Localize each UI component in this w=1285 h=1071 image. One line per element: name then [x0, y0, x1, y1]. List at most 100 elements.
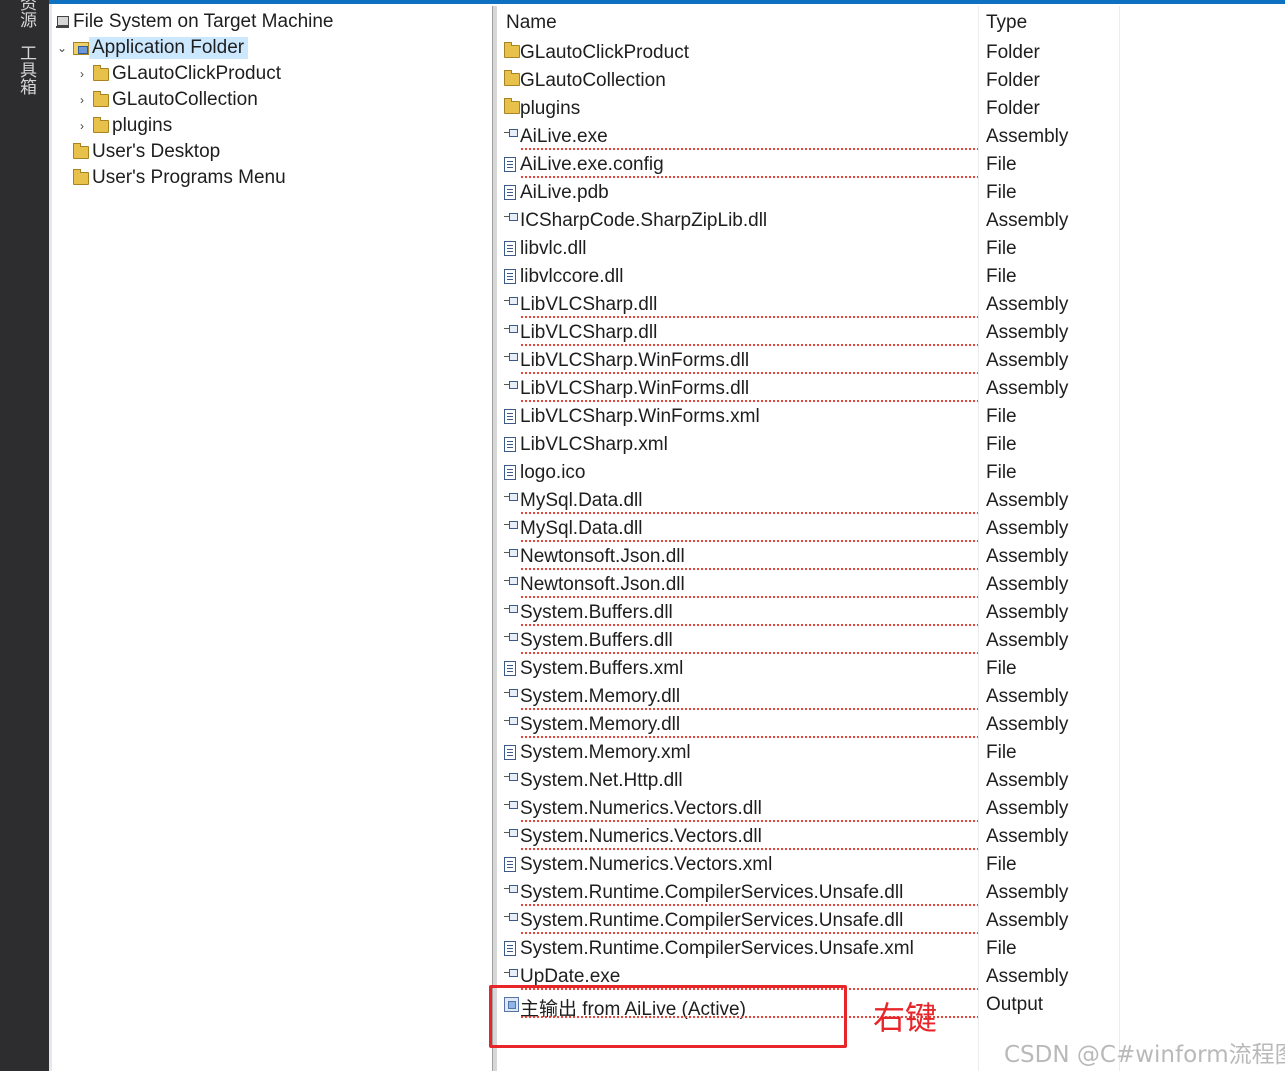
assembly-icon — [504, 325, 518, 339]
file-type: File — [986, 154, 1017, 175]
file-list-row[interactable]: System.Buffers.xml File — [498, 655, 1285, 683]
file-list-row[interactable]: System.Memory.dll Assembly — [498, 683, 1285, 711]
file-icon — [504, 241, 518, 256]
file-name: LibVLCSharp.WinForms.dll — [520, 350, 750, 371]
file-list-row[interactable]: System.Numerics.Vectors.xml File — [498, 851, 1285, 879]
file-list-row[interactable]: System.Buffers.dll Assembly — [498, 627, 1285, 655]
file-name: System.Runtime.CompilerServices.Unsafe.d… — [520, 882, 904, 903]
file-name: AiLive.pdb — [520, 182, 609, 203]
file-list-row[interactable]: logo.ico File — [498, 459, 1285, 487]
folder-icon — [504, 70, 520, 87]
file-list-row[interactable]: System.Numerics.Vectors.dll Assembly — [498, 795, 1285, 823]
file-type: Assembly — [986, 630, 1069, 651]
folder-icon — [93, 90, 109, 107]
file-list-row[interactable]: System.Runtime.CompilerServices.Unsafe.x… — [498, 935, 1285, 963]
file-type: File — [986, 406, 1017, 427]
file-list-row[interactable]: System.Numerics.Vectors.dll Assembly — [498, 823, 1285, 851]
column-header-name[interactable]: Name — [506, 12, 557, 34]
file-name: System.Net.Http.dll — [520, 770, 683, 791]
file-list-row[interactable]: LibVLCSharp.dll Assembly — [498, 291, 1285, 319]
tree-root-label: File System on Target Machine — [73, 11, 334, 32]
tree-item[interactable]: › GLautoCollection — [76, 88, 262, 112]
file-list-row[interactable]: AiLive.exe.config File — [498, 151, 1285, 179]
file-list-row[interactable]: AiLive.exe Assembly — [498, 123, 1285, 151]
file-list-row[interactable]: LibVLCSharp.WinForms.xml File — [498, 403, 1285, 431]
file-list-row[interactable]: MySql.Data.dll Assembly — [498, 487, 1285, 515]
folder-icon — [93, 116, 109, 133]
file-name: System.Buffers.xml — [520, 658, 684, 679]
tree-item[interactable]: › GLautoClickProduct — [76, 62, 285, 86]
file-type: Assembly — [986, 546, 1069, 567]
pane-splitter[interactable] — [492, 6, 497, 1071]
file-type: Assembly — [986, 826, 1069, 847]
file-list-row[interactable]: GLautoClickProduct Folder — [498, 39, 1285, 67]
tree-item[interactable]: User's Desktop — [56, 140, 224, 164]
file-list-row[interactable]: System.Memory.dll Assembly — [498, 711, 1285, 739]
dock-tab-toolbox[interactable]: 工具箱 — [14, 44, 36, 95]
file-list-row[interactable]: System.Runtime.CompilerServices.Unsafe.d… — [498, 879, 1285, 907]
file-list: Name Type GLautoClickProduct Folder GLauto… — [498, 6, 1285, 1071]
column-header-type[interactable]: Type — [986, 12, 1027, 34]
file-name: MySql.Data.dll — [520, 518, 643, 539]
file-list-row[interactable]: LibVLCSharp.WinForms.dll Assembly — [498, 375, 1285, 403]
tree-item[interactable]: › plugins — [76, 114, 176, 138]
assembly-icon — [504, 493, 518, 507]
file-type: File — [986, 854, 1017, 875]
tree-item[interactable]: User's Programs Menu — [56, 166, 290, 190]
file-name: Newtonsoft.Json.dll — [520, 546, 685, 567]
file-icon — [504, 857, 518, 872]
file-list-row[interactable]: Newtonsoft.Json.dll Assembly — [498, 571, 1285, 599]
file-list-row[interactable]: plugins Folder — [498, 95, 1285, 123]
file-list-row[interactable]: MySql.Data.dll Assembly — [498, 515, 1285, 543]
file-list-row[interactable]: System.Buffers.dll Assembly — [498, 599, 1285, 627]
file-icon — [504, 437, 518, 452]
file-type: Assembly — [986, 714, 1069, 735]
file-name: LibVLCSharp.dll — [520, 294, 658, 315]
file-list-row[interactable]: LibVLCSharp.xml File — [498, 431, 1285, 459]
file-type: File — [986, 462, 1017, 483]
file-list-row[interactable]: System.Runtime.CompilerServices.Unsafe.d… — [498, 907, 1285, 935]
file-name: LibVLCSharp.WinForms.dll — [520, 378, 750, 399]
file-icon — [504, 157, 518, 172]
dock-tab-resources[interactable]: 资源 — [14, 0, 36, 28]
file-list-row[interactable]: System.Net.Http.dll Assembly — [498, 767, 1285, 795]
assembly-icon — [504, 129, 518, 143]
expand-chevron-icon[interactable]: › — [76, 67, 88, 81]
assembly-icon — [504, 829, 518, 843]
file-list-row[interactable]: System.Memory.xml File — [498, 739, 1285, 767]
folder-icon — [93, 64, 109, 81]
assembly-icon — [504, 773, 518, 787]
folder-icon — [504, 42, 520, 59]
file-list-row[interactable]: LibVLCSharp.dll Assembly — [498, 319, 1285, 347]
file-type: Assembly — [986, 574, 1069, 595]
file-type: Assembly — [986, 518, 1069, 539]
tree-item-label: Application Folder — [89, 37, 249, 59]
file-name: LibVLCSharp.WinForms.xml — [520, 406, 760, 427]
file-name: System.Numerics.Vectors.xml — [520, 854, 773, 875]
assembly-icon — [504, 605, 518, 619]
assembly-icon — [504, 633, 518, 647]
file-list-row[interactable]: GLautoCollection Folder — [498, 67, 1285, 95]
file-list-row[interactable]: libvlc.dll File — [498, 235, 1285, 263]
file-name: GLautoCollection — [520, 70, 666, 91]
assembly-icon — [504, 549, 518, 563]
assembly-icon — [504, 969, 518, 983]
expand-chevron-icon[interactable]: › — [76, 119, 88, 133]
collapse-chevron-icon[interactable]: ⌄ — [56, 41, 68, 55]
file-list-row[interactable]: libvlccore.dll File — [498, 263, 1285, 291]
file-list-row[interactable]: ICSharpCode.SharpZipLib.dll Assembly — [498, 207, 1285, 235]
assembly-icon — [504, 521, 518, 535]
file-icon — [504, 465, 518, 480]
file-type: Assembly — [986, 490, 1069, 511]
file-type: Assembly — [986, 798, 1069, 819]
tree-root[interactable]: File System on Target Machine — [56, 10, 338, 34]
file-name: System.Buffers.dll — [520, 602, 673, 623]
tree-item[interactable]: ⌄ Application Folder — [56, 36, 249, 60]
file-icon — [504, 185, 518, 200]
file-list-row[interactable]: Newtonsoft.Json.dll Assembly — [498, 543, 1285, 571]
file-list-row[interactable]: LibVLCSharp.WinForms.dll Assembly — [498, 347, 1285, 375]
expand-chevron-icon[interactable]: › — [76, 93, 88, 107]
watermark-text: CSDN @C#winform流程图 — [1004, 1042, 1285, 1068]
file-type: Assembly — [986, 210, 1069, 231]
file-list-row[interactable]: AiLive.pdb File — [498, 179, 1285, 207]
